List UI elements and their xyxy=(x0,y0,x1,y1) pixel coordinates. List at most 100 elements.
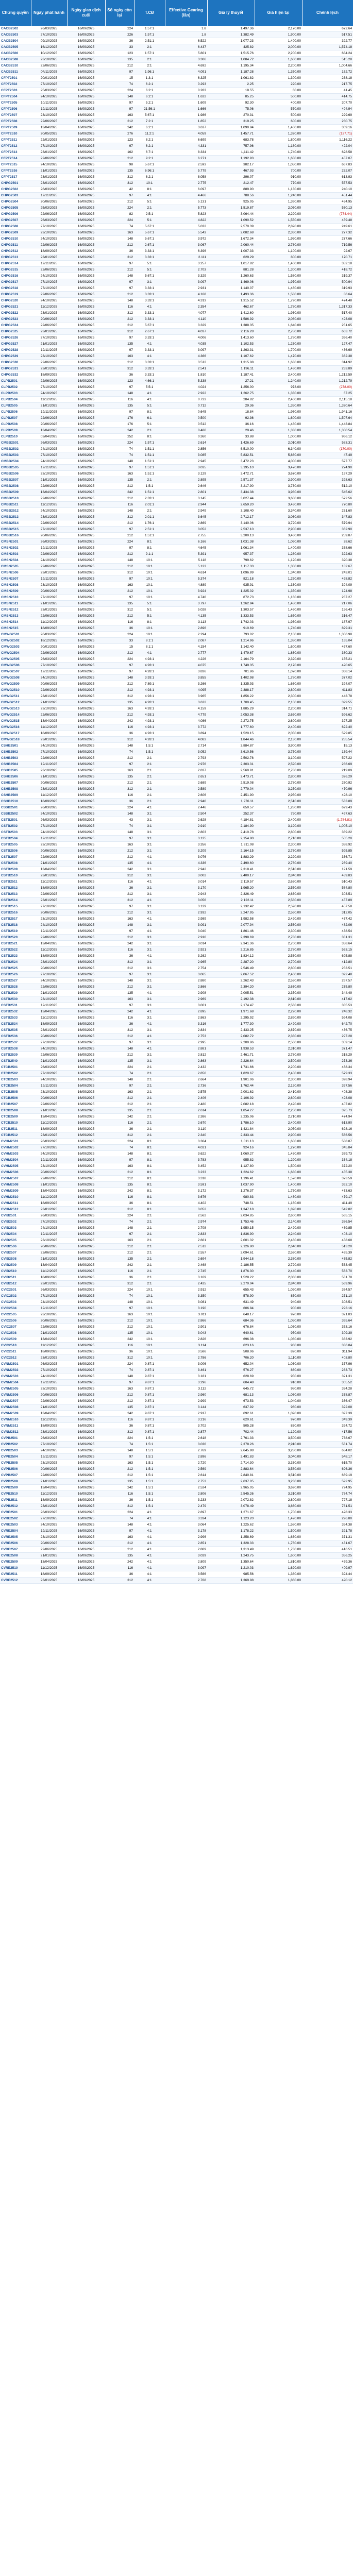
table-row: CSTB2518 24/10/2025 16/09/2025 148 3:1 3.091 2… xyxy=(0,922,353,928)
col-effective-gearing: 4.168 xyxy=(165,291,207,298)
col-issue-date: 04/11/2025 xyxy=(31,69,67,75)
col-theoretical-price: 1,061.34 xyxy=(207,545,255,551)
table-row: CVIC2503 24/10/2025 16/09/2025 148 10:1 3.081… xyxy=(0,1299,353,1306)
col-last-trading-date: 16/09/2025 xyxy=(67,872,105,879)
col-last-trading-date: 16/09/2025 xyxy=(67,439,105,446)
col-current-price: 1,160.00 xyxy=(255,1200,302,1207)
col-conversion-ratio: 4:1 xyxy=(134,1571,165,1578)
col-issue-date: 19/11/2025 xyxy=(31,668,67,675)
col-difference: 344.49 xyxy=(302,990,353,996)
col-effective-gearing: 1.609 xyxy=(165,99,207,106)
col-effective-gearing: 4.086 xyxy=(165,718,207,724)
table-row: CSTB2539 22/06/2025 16/09/2025 212 3:1 2.812 2… xyxy=(0,1052,353,1058)
col-difference: 596.62 xyxy=(302,711,353,718)
col-days-remaining: 148 xyxy=(105,1299,134,1306)
col-theoretical-price: 319.25 xyxy=(207,118,255,125)
col-issue-date: 22/06/2025 xyxy=(31,984,67,990)
col-theoretical-price: 872.73 xyxy=(207,594,255,601)
table-row: CMBB2503 27/10/2025 16/09/2025 74 1.51:1 3.08… xyxy=(0,452,353,459)
col-issue-date: 24/10/2025 xyxy=(31,1373,67,1380)
col-difference: 324.07 xyxy=(302,681,353,687)
col-current-price: 2,420.00 xyxy=(255,916,302,922)
col-conversion-ratio: 6:1 xyxy=(134,415,165,421)
col-last-trading-date: 16/09/2025 xyxy=(67,396,105,403)
col-effective-gearing: 2.111 xyxy=(165,254,207,261)
col-days-remaining: 135 xyxy=(105,990,134,996)
col-warrant-code: CSTB2505 xyxy=(0,841,31,848)
col-effective-gearing: 3.461 xyxy=(165,1367,207,1374)
col-days-remaining: 212 xyxy=(105,1546,134,1553)
col-conversion-ratio: 8:1 xyxy=(134,1194,165,1200)
col-issue-date: 26/03/2025 xyxy=(31,538,67,545)
col-theoretical-price: 1,037.90 xyxy=(207,1181,255,1188)
col-days-remaining: 312 xyxy=(105,897,134,904)
col-days-remaining: 97 xyxy=(105,1453,134,1460)
col-current-price: 1,050.00 xyxy=(255,161,302,168)
col-last-trading-date: 16/09/2025 xyxy=(67,1033,105,1040)
table-row: CMWG2506 27/10/2025 16/09/2025 97 4.93:1 4.07… xyxy=(0,662,353,669)
col-effective-gearing: 2.943 xyxy=(165,891,207,897)
col-difference: 321.78 xyxy=(302,1528,353,1534)
col-warrant-code: CLPB2504 xyxy=(0,396,31,403)
col-days-remaining: 224 xyxy=(105,804,134,811)
col-last-trading-date: 16/09/2025 xyxy=(67,1274,105,1281)
col-effective-gearing: 2.593 xyxy=(165,161,207,168)
col-current-price: 2,800.00 xyxy=(255,965,302,972)
col-conversion-ratio: 5:1 xyxy=(134,260,165,267)
col-days-remaining: 212 xyxy=(105,532,134,539)
col-theoretical-price: 462.67 xyxy=(207,303,255,310)
col-warrant-code: CVPB2510 xyxy=(0,1490,31,1497)
col-warrant-code: CSTB2524 xyxy=(0,959,31,965)
col-issue-date: 22/01/2025 xyxy=(31,137,67,143)
col-theoretical-price: 1,276.37 xyxy=(207,1188,255,1194)
col-warrant-code: CSTB2531 xyxy=(0,1002,31,1009)
col-theoretical-price: 1,243.75 xyxy=(207,1552,255,1559)
col-conversion-ratio: 1.57:1 xyxy=(134,439,165,446)
table-row: CLPB2505 21/01/2025 16/09/2025 135 5:1 0.712 2… xyxy=(0,402,353,409)
col-days-remaining: 36 xyxy=(105,1126,134,1132)
table-row: CVHM2508 21/01/2025 16/09/2025 135 8:1 3.591 1… xyxy=(0,1181,353,1188)
col-last-trading-date: 16/09/2025 xyxy=(67,1361,105,1367)
col-days-remaining: 163 xyxy=(105,841,134,848)
col-difference: 493.08 xyxy=(302,1095,353,1101)
table-row: CVRE2511 18/09/2025 16/09/2025 36 4:1 3.566 98… xyxy=(0,1571,353,1578)
col-theoretical-price: 1,084.72 xyxy=(207,56,255,63)
col-last-trading-date: 16/09/2025 xyxy=(67,1311,105,1318)
col-issue-date: 23/01/2025 xyxy=(31,606,67,613)
col-theoretical-price: 1,700.45 xyxy=(207,699,255,706)
col-issue-date: 11/12/2025 xyxy=(31,1014,67,1021)
table-row: CVIC2506 20/06/2025 16/09/2025 212 10:1 2.866… xyxy=(0,1317,353,1324)
col-difference: 669.19 xyxy=(302,1472,353,1479)
col-conversion-ratio: 5.67:1 xyxy=(134,161,165,168)
col-difference: 510.43 xyxy=(302,878,353,885)
col-conversion-ratio: 7.89:1 xyxy=(134,681,165,687)
col-last-trading-date: 16/09/2025 xyxy=(67,835,105,842)
col-effective-gearing: 4.135 xyxy=(165,613,207,619)
col-last-trading-date: 16/09/2025 xyxy=(67,1324,105,1330)
col-last-trading-date: 16/09/2025 xyxy=(67,1157,105,1163)
table-row: CVNM2503 24/10/2025 16/09/2025 148 9.87:1 3.1… xyxy=(0,1373,353,1380)
col-conversion-ratio: 9.87:1 xyxy=(134,1385,165,1392)
col-theoretical-price: 935.91 xyxy=(207,582,255,588)
col-issue-date: 24/10/2025 xyxy=(31,977,67,984)
col-issue-date: 21/01/2025 xyxy=(31,990,67,996)
table-row: CHPG2521 11/12/2025 16/09/2025 116 4:1 2.354 4… xyxy=(0,303,353,310)
table-row: CTCB2507 22/06/2025 16/09/2025 212 2:1 2.480 2… xyxy=(0,1101,353,1108)
col-days-remaining: 212 xyxy=(105,1540,134,1547)
col-warrant-code: CFPT2501 xyxy=(0,75,31,81)
col-issue-date: 13/04/2025 xyxy=(31,940,67,947)
col-theoretical-price: 1,901.06 xyxy=(207,1076,255,1083)
col-issue-date: 20/01/2025 xyxy=(31,75,67,81)
table-row: CHPG2532 18/09/2025 16/09/2025 36 3.33:1 1.81… xyxy=(0,371,353,378)
col-conversion-ratio: 10:1 xyxy=(134,1299,165,1306)
col-conversion-ratio: 3:1 xyxy=(134,1039,165,1046)
col-conversion-ratio: 4:1 xyxy=(134,1021,165,1027)
col-last-trading-date: 16/09/2025 xyxy=(67,569,105,576)
col-effective-gearing: 2.901 xyxy=(165,1324,207,1330)
table-row: CSTB2519 19/11/2025 16/09/2025 97 4:1 3.040 1,… xyxy=(0,928,353,935)
col-difference: 529.85 xyxy=(302,730,353,737)
col-days-remaining: 98 xyxy=(105,161,134,168)
col-days-remaining: 97 xyxy=(105,575,134,582)
col-days-remaining: 97 xyxy=(105,192,134,199)
col-conversion-ratio: 6.96:1 xyxy=(134,167,165,174)
